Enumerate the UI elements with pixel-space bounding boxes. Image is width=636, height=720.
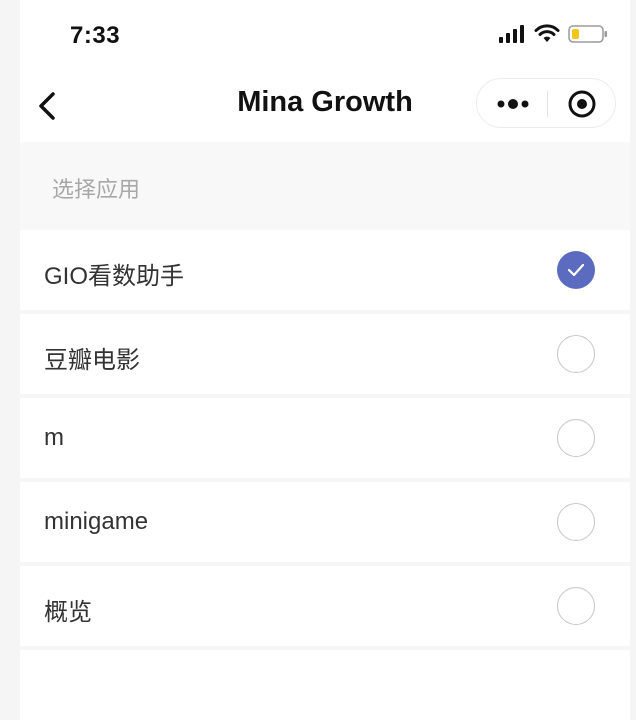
radio-button[interactable]	[557, 503, 595, 541]
status-bar: 7:33	[20, 0, 630, 72]
radio-button[interactable]	[557, 335, 595, 373]
menu-capsule	[476, 78, 616, 128]
app-item-overview[interactable]: 概览	[20, 566, 630, 650]
app-item-label: minigame	[44, 508, 149, 535]
app-item-douban[interactable]: 豆瓣电影	[20, 314, 630, 398]
phone-screen: 7:33 Mina Growth 选择应用 GIO看数助手 豆瓣电影 m min…	[20, 0, 630, 720]
target-close-icon	[568, 90, 596, 118]
radio-button-checked[interactable]	[557, 251, 595, 289]
more-dots-icon	[497, 99, 529, 109]
status-icons	[498, 24, 608, 44]
section-label: 选择应用	[52, 177, 141, 202]
app-item-m[interactable]: m	[20, 398, 630, 482]
app-list: GIO看数助手 豆瓣电影 m minigame 概览	[20, 230, 630, 650]
nav-bar: Mina Growth	[20, 72, 630, 142]
radio-button[interactable]	[557, 587, 595, 625]
signal-icon	[499, 25, 524, 43]
status-time: 7:33	[70, 22, 121, 49]
battery-icon	[568, 25, 607, 43]
app-item-minigame[interactable]: minigame	[20, 482, 630, 566]
app-item-gio[interactable]: GIO看数助手	[20, 230, 630, 314]
check-icon	[567, 263, 585, 277]
app-item-label: m	[44, 424, 64, 451]
app-item-label: GIO看数助手	[44, 263, 185, 290]
more-button[interactable]	[477, 79, 547, 127]
close-button[interactable]	[548, 79, 616, 127]
section-header: 选择应用	[20, 142, 630, 230]
app-item-label: 豆瓣电影	[44, 347, 140, 374]
wifi-icon	[534, 24, 560, 42]
app-item-label: 概览	[44, 599, 92, 626]
radio-button[interactable]	[557, 419, 595, 457]
